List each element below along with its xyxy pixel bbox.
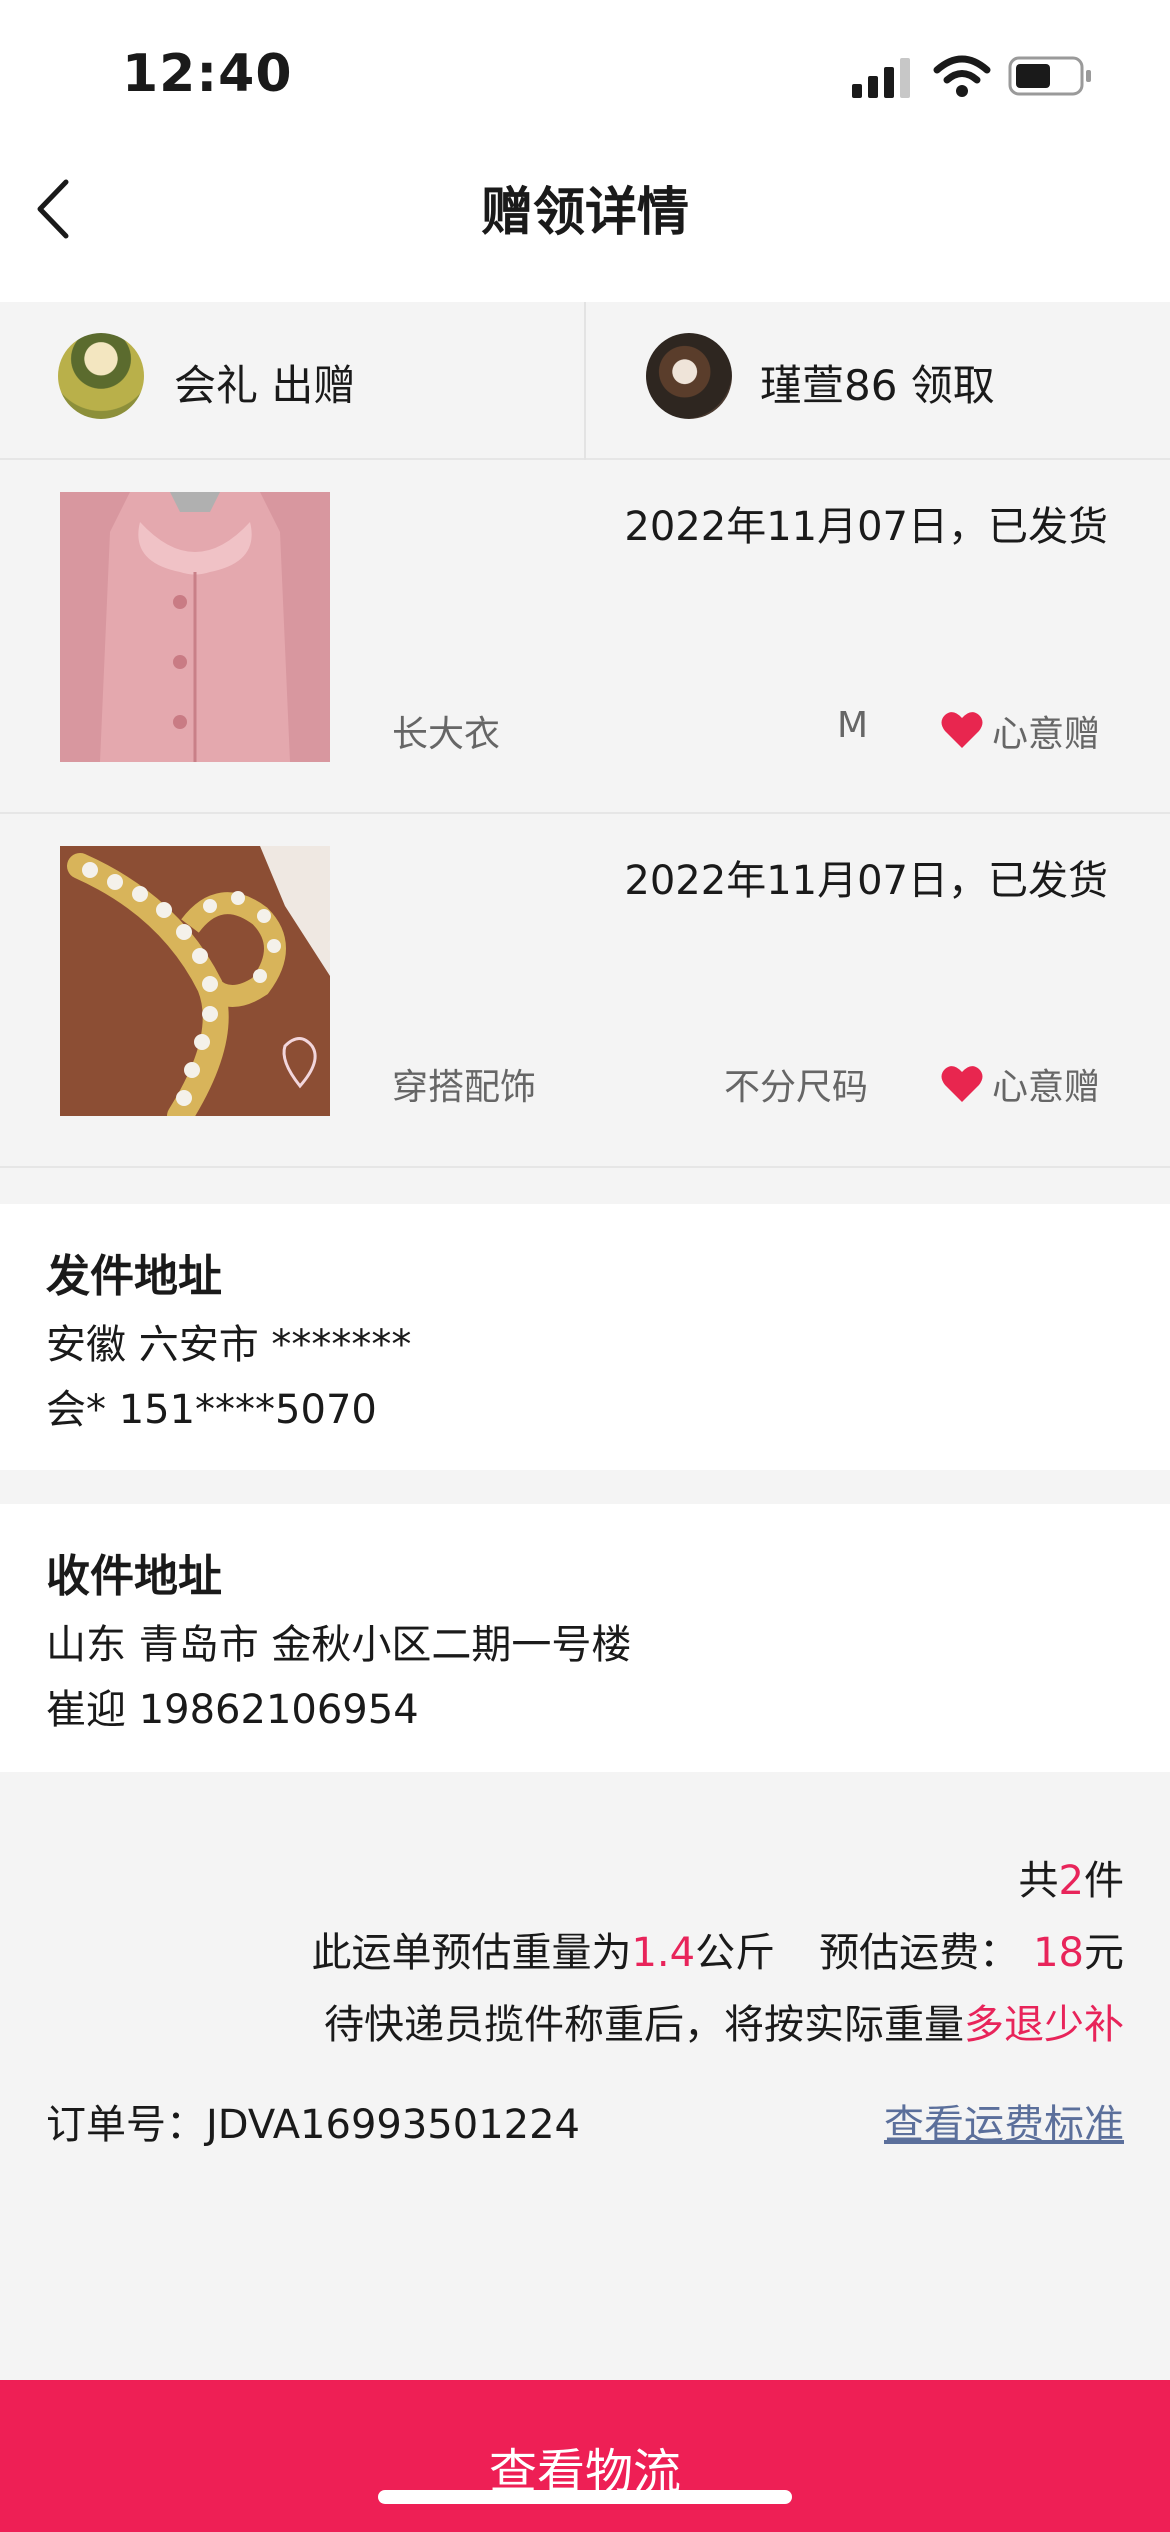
total-suffix: 件	[1084, 1858, 1124, 1904]
home-indicator	[378, 2490, 792, 2504]
item-size: M	[836, 705, 868, 746]
item-tag: 心意赠	[991, 1067, 1100, 1108]
receiver-address: 山东 青岛市 金秋小区二期一号楼	[46, 1622, 632, 1668]
giver-label[interactable]: 会礼 出赠	[174, 352, 355, 413]
total-count: 共2件	[1019, 1848, 1124, 1906]
battery-icon	[1008, 56, 1091, 96]
signal-icon	[852, 58, 910, 98]
total-count-value: 2	[1058, 1858, 1084, 1904]
item-date-status: 2022年11月07日，已发货	[624, 504, 1108, 550]
item-image-coat[interactable]	[60, 492, 330, 762]
receiver-title: 收件地址	[46, 1551, 222, 1602]
sender-title: 发件地址	[46, 1251, 222, 1302]
fee-standard-link[interactable]: 查看运费标准	[884, 2092, 1124, 2150]
weight-unit: 公斤	[695, 1930, 776, 1976]
total-prefix: 共	[1018, 1858, 1059, 1904]
item-date-status: 2022年11月07日，已发货	[624, 858, 1108, 904]
accessory-image	[60, 846, 330, 1116]
receiver-avatar[interactable]	[646, 333, 732, 419]
note-prefix: 待快递员揽件称重后，将按实际重量	[324, 2002, 964, 2048]
receiver-contact: 崔迎 19862106954	[46, 1687, 419, 1733]
sender-address: 安徽 六安市 *******	[46, 1322, 412, 1368]
item-category: 长大衣	[392, 714, 501, 755]
heart-icon	[941, 1066, 983, 1102]
fee-value: 18	[1033, 1930, 1084, 1976]
weight-prefix: 此运单预估重量为	[311, 1930, 632, 1976]
wifi-icon	[933, 55, 991, 97]
item-image-accessory[interactable]	[60, 846, 330, 1116]
page-title: 赠领详情	[480, 183, 689, 243]
order-number: 订单号：JDVA16993501224	[46, 2102, 581, 2148]
fee-prefix: 预估运费：	[819, 1930, 1020, 1976]
heart-icon	[941, 712, 983, 748]
people-divider	[584, 302, 586, 460]
giver-avatar[interactable]	[58, 333, 144, 419]
weight-note: 待快递员揽件称重后，将按实际重量多退少补	[324, 1992, 1124, 2050]
note-highlight: 多退少补	[964, 2002, 1124, 2048]
item-size: 不分尺码	[723, 1067, 868, 1108]
status-time: 12:40	[122, 44, 293, 104]
weight-fee-line: 此运单预估重量为1.4公斤 预估运费： 18元	[311, 1920, 1124, 1978]
item-tag: 心意赠	[991, 714, 1100, 755]
weight-value: 1.4	[631, 1930, 696, 1976]
item-category: 穿搭配饰	[392, 1067, 537, 1108]
fee-unit: 元	[1084, 1930, 1124, 1976]
sender-contact: 会* 151****5070	[46, 1387, 377, 1433]
receiver-label[interactable]: 瑾萱86 领取	[760, 352, 995, 413]
coat-image	[60, 492, 330, 762]
